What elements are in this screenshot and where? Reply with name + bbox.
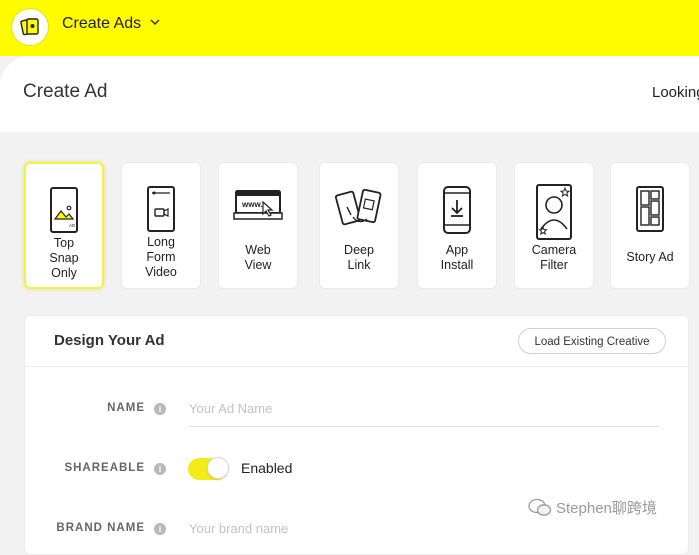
ad-type-card-camera-filter[interactable]: Camera Filter [514,162,594,289]
design-title: Design Your Ad [54,332,165,349]
ad-type-card-deep-link[interactable]: Deep Link [319,162,399,289]
info-icon[interactable]: i [154,523,166,535]
ad-name-underline [189,426,659,427]
ad-type-card-story-ad[interactable]: Story Ad [610,162,690,289]
ad-type-label: App Install [440,243,474,272]
ad-type-card-app-install[interactable]: App Install [417,162,497,289]
story-ad-tiles-icon [636,186,664,232]
svg-text:www.: www. [241,200,263,209]
toggle-knob[interactable] [207,457,229,479]
ad-type-label: Long Form Video [145,235,177,279]
brand-name-label: BRAND NAME [56,522,145,534]
name-label: NAME [107,402,145,414]
top-snap-phone-icon: AD [50,187,78,233]
page-title: Create Ad [23,81,108,102]
load-existing-creative-button[interactable]: Load Existing Creative [518,328,666,354]
deep-link-phones-icon [334,188,382,226]
ad-type-label: Deep Link [344,243,374,272]
ad-type-card-web-view[interactable]: www. Web View [218,162,298,289]
ad-type-label: Story Ad [626,250,674,264]
chevron-down-icon[interactable] [149,17,161,27]
ad-name-input[interactable]: Your Ad Name [189,401,272,416]
info-icon[interactable]: i [154,463,166,475]
divider [24,366,689,367]
wechat-logo-icon [528,498,552,516]
shareable-label: SHAREABLE [64,462,145,474]
app-install-download-icon [443,186,471,234]
camera-filter-icon [536,184,572,240]
svg-text:AD: AD [69,223,76,228]
info-icon[interactable]: i [154,403,166,415]
web-view-browser-icon: www. [233,190,283,220]
header-right-text: Looking [652,84,699,101]
app-title-dropdown[interactable]: Create Ads [62,15,141,33]
ads-manager-logo-icon[interactable] [11,8,49,46]
ad-type-label: Camera Filter [531,243,577,272]
long-form-video-icon [147,186,175,232]
ad-type-label: Web View [244,243,272,272]
ad-type-card-long-form-video[interactable]: Long Form Video [121,162,201,289]
watermark-text: Stephen聊跨境 [556,500,657,517]
ad-type-card-top-snap-only[interactable]: AD Top Snap Only [24,162,104,289]
ad-type-label: Top Snap Only [49,236,79,280]
brand-name-input[interactable]: Your brand name [189,521,288,536]
shareable-state: Enabled [241,460,293,476]
